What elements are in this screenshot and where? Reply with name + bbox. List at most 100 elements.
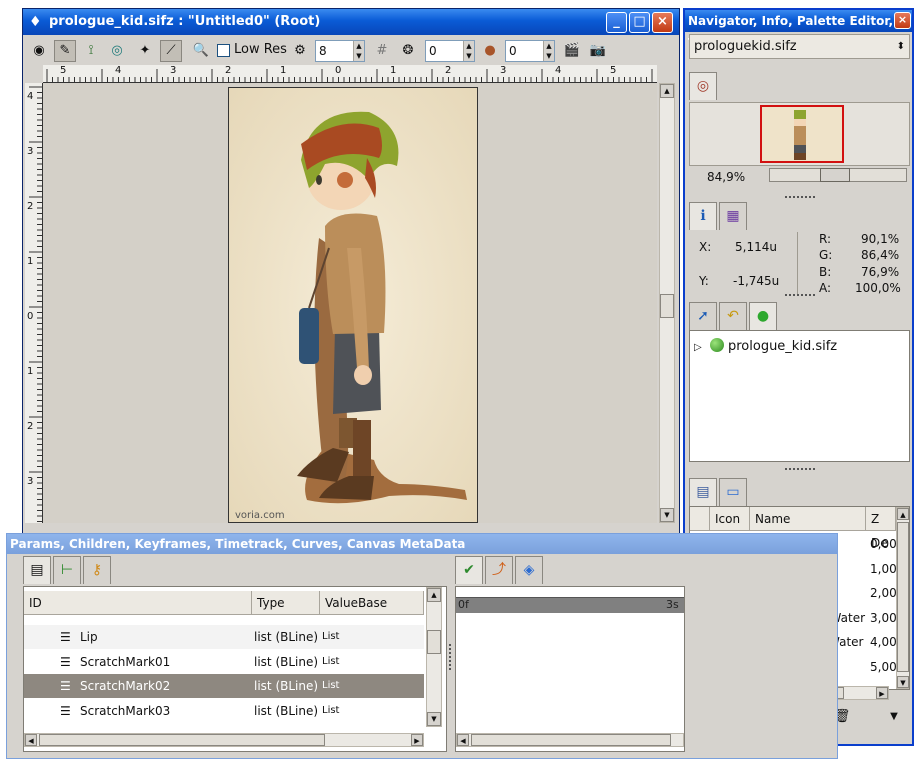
list-icon: ☰ bbox=[60, 679, 71, 693]
vertex-ducks-icon[interactable]: ⟟ bbox=[80, 40, 102, 62]
minimize-button[interactable]: _ bbox=[606, 12, 627, 33]
col-name-label: Name bbox=[755, 512, 791, 526]
params-hscroll-thumb[interactable] bbox=[39, 734, 325, 746]
low-res-checkbox-box[interactable] bbox=[217, 44, 230, 57]
zoom-slider[interactable] bbox=[769, 168, 907, 182]
tab-info[interactable]: ℹ bbox=[689, 202, 717, 230]
timetrack-hscrollbar[interactable]: ◀ bbox=[456, 733, 684, 747]
tangent-ducks-icon[interactable]: ✦ bbox=[134, 40, 156, 62]
params-scroll-down[interactable]: ▼ bbox=[427, 712, 441, 726]
file-select[interactable]: prologuekid.sifz ⬍ bbox=[689, 34, 910, 59]
col-header-icon[interactable]: Icon bbox=[710, 507, 750, 531]
preview-icon[interactable]: 📷 bbox=[587, 40, 609, 62]
width-ducks-icon[interactable]: ⟋ bbox=[160, 40, 182, 62]
left-ruler-label: 3 bbox=[27, 146, 34, 157]
expander-icon[interactable]: ▷ bbox=[694, 342, 702, 353]
canvas-browser-item[interactable]: ▷ prologue_kid.sifz bbox=[694, 337, 837, 357]
time-ruler: 0f 3s bbox=[456, 597, 684, 613]
param-row[interactable]: ☰ ScratchMark03 list (BLine) List bbox=[24, 699, 424, 723]
left-ruler-label: 0 bbox=[27, 311, 34, 322]
top-ruler-label: 1 bbox=[390, 65, 397, 76]
tab-navigator[interactable]: ◎ bbox=[689, 72, 717, 100]
render-target-icon[interactable]: ◉ bbox=[28, 40, 50, 62]
params-vscrollbar[interactable]: ▲ ▼ bbox=[426, 587, 442, 727]
tab-curves[interactable]: ⤴ bbox=[485, 556, 513, 584]
radius-ducks-icon[interactable]: ◎ bbox=[106, 40, 128, 62]
tab-params[interactable]: ▤ bbox=[23, 556, 51, 584]
col-header-name[interactable]: Name bbox=[750, 507, 866, 531]
tab-library[interactable]: ▭ bbox=[719, 478, 747, 506]
col-header-type[interactable]: Type bbox=[252, 591, 320, 615]
panel-divider-1[interactable] bbox=[785, 196, 815, 199]
navigator-thumbnail[interactable] bbox=[760, 105, 844, 163]
low-res-pixel-icon[interactable]: ⚙ bbox=[289, 40, 311, 62]
timetrack-scroll-left[interactable]: ◀ bbox=[457, 734, 469, 746]
tab-children[interactable]: ⊢ bbox=[53, 556, 81, 584]
scroll-down-button[interactable]: ▼ bbox=[660, 508, 674, 522]
layers-scroll-up[interactable]: ▲ bbox=[897, 508, 909, 520]
future-onion-spin-arrows[interactable]: ▲ ▼ bbox=[543, 41, 554, 61]
onion-future-icon[interactable]: ● bbox=[479, 40, 501, 62]
tab-keyframes[interactable]: ⚷ bbox=[83, 556, 111, 584]
future-onion-spinner[interactable]: 0 ▲ ▼ bbox=[505, 40, 555, 62]
past-onion-spinner[interactable]: 0 ▲ ▼ bbox=[425, 40, 475, 62]
canvas-workarea[interactable]: voria.com bbox=[43, 83, 657, 523]
panel-splitter-grip[interactable] bbox=[449, 644, 452, 670]
tab-canvas-browser[interactable]: ● bbox=[749, 302, 777, 330]
more-menu-icon[interactable]: ▼ bbox=[883, 706, 905, 728]
past-onion-spin-arrows[interactable]: ▲ ▼ bbox=[463, 41, 474, 61]
tab-timetrack[interactable]: ✔ bbox=[455, 556, 483, 584]
close-button[interactable]: × bbox=[652, 12, 673, 33]
render-icon[interactable]: 🎬 bbox=[561, 40, 583, 62]
grid-icon[interactable]: # bbox=[371, 40, 393, 62]
navigator-close-button[interactable]: × bbox=[894, 12, 911, 29]
col-header-valuebase[interactable]: ValueBase bbox=[320, 591, 424, 615]
layers-scroll-right[interactable]: ▶ bbox=[876, 687, 888, 699]
param-row[interactable]: ☰ Lip list (BLine) List bbox=[24, 625, 424, 649]
canvas-image[interactable]: voria.com bbox=[228, 87, 478, 523]
timetrack-hscroll-thumb[interactable] bbox=[471, 734, 671, 746]
params-table: ID Type ValueBase ☰ Lip list (BLine) List ☰ S… bbox=[23, 586, 447, 752]
timetrack-area[interactable]: 0f 3s ◀ bbox=[455, 586, 685, 752]
params-titlebar[interactable]: Params, Children, Keyframes, Timetrack, … bbox=[7, 534, 837, 554]
col-header-check[interactable] bbox=[690, 507, 710, 531]
left-ruler-label: 4 bbox=[27, 91, 34, 102]
panel-divider-2[interactable] bbox=[785, 294, 815, 297]
layers-scroll-down[interactable]: ▼ bbox=[897, 676, 909, 688]
param-row[interactable]: ☰ ScratchMark02 list (BLine) List bbox=[24, 674, 424, 698]
params-hscrollbar[interactable]: ◀ ▶ bbox=[24, 733, 424, 747]
canvas-window-titlebar[interactable]: ♦ prologue_kid.sifz : "Untitled0" (Root)… bbox=[23, 9, 679, 35]
navigator-titlebar[interactable]: Navigator, Info, Palette Editor, Tool...… bbox=[685, 10, 912, 50]
tab-palette[interactable]: ▦ bbox=[719, 202, 747, 230]
tab-layers[interactable]: ▤ bbox=[689, 478, 717, 506]
zoom-slider-thumb[interactable] bbox=[820, 168, 850, 182]
col-header-z[interactable]: Z De bbox=[866, 507, 896, 550]
param-row[interactable]: ☰ ScratchMark01 list (BLine) List bbox=[24, 650, 424, 674]
param-type: list (BLine) bbox=[254, 703, 319, 718]
params-scroll-right[interactable]: ▶ bbox=[411, 734, 423, 746]
tab-canvas-metadata[interactable]: ◈ bbox=[515, 556, 543, 584]
canvas-vscrollbar[interactable]: ▲ ▼ bbox=[659, 83, 675, 523]
onion-skin-icon[interactable]: ✎ bbox=[54, 40, 76, 62]
onion-past-icon[interactable]: ❂ bbox=[397, 40, 419, 62]
layers-scroll-thumb[interactable] bbox=[897, 522, 909, 672]
tab-history[interactable]: ↶ bbox=[719, 302, 747, 330]
params-scroll-left[interactable]: ◀ bbox=[25, 734, 37, 746]
params-scroll-up[interactable]: ▲ bbox=[427, 588, 441, 602]
b-value: 76,9% bbox=[861, 265, 900, 279]
zoom-value: 84,9% bbox=[707, 170, 746, 184]
scroll-thumb[interactable] bbox=[660, 294, 674, 318]
resolution-spinner[interactable]: 8 ▲ ▼ bbox=[315, 40, 365, 62]
layer-z-depth: 5,00 bbox=[870, 659, 897, 674]
layers-vscrollbar[interactable]: ▲ ▼ bbox=[896, 507, 909, 689]
file-select-arrow-icon: ⬍ bbox=[896, 41, 905, 52]
tab-tool-options[interactable]: ➚ bbox=[689, 302, 717, 330]
resolution-spin-arrows[interactable]: ▲ ▼ bbox=[353, 41, 364, 61]
layer-z-depth: 1,00 bbox=[870, 561, 897, 576]
col-header-id[interactable]: ID bbox=[24, 591, 252, 615]
panel-divider-3[interactable] bbox=[785, 468, 815, 471]
maximize-button[interactable]: □ bbox=[629, 12, 650, 33]
params-scroll-thumb[interactable] bbox=[427, 630, 441, 654]
scroll-up-button[interactable]: ▲ bbox=[660, 84, 674, 98]
zoom-icon[interactable]: 🔍 bbox=[190, 40, 212, 62]
